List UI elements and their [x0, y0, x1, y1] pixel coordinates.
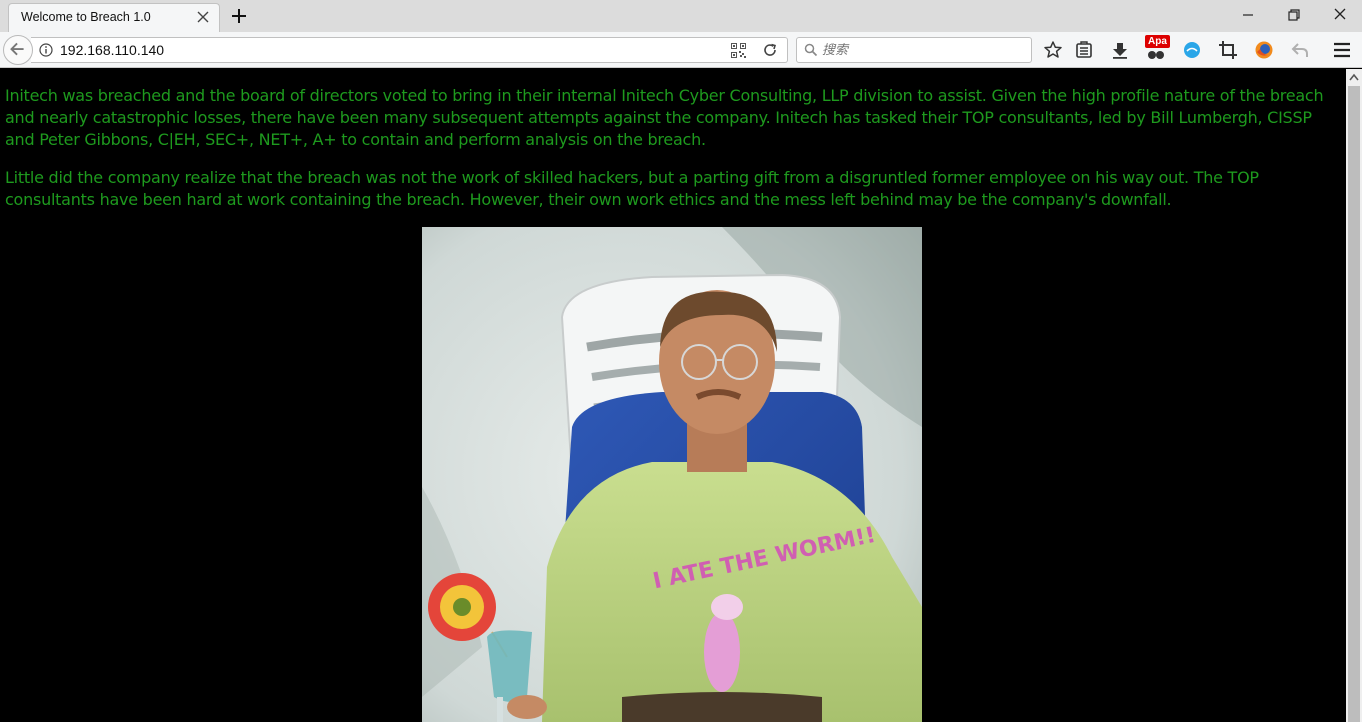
vertical-scrollbar[interactable] — [1346, 69, 1362, 722]
bookmark-star-icon[interactable] — [1043, 40, 1063, 60]
qr-code-icon[interactable] — [731, 43, 746, 58]
extension-apa-icon[interactable] — [1147, 46, 1165, 60]
navigation-bar: 192.168.110.140 搜索 Apa — [0, 32, 1362, 68]
reload-icon[interactable] — [762, 42, 778, 58]
scrollbar-thumb[interactable] — [1348, 86, 1360, 722]
reading-list-icon[interactable] — [1074, 40, 1094, 60]
back-button[interactable] — [3, 35, 33, 65]
tab-title: Welcome to Breach 1.0 — [21, 10, 151, 24]
search-input[interactable] — [822, 41, 1022, 59]
info-icon[interactable] — [39, 43, 53, 57]
intro-paragraph: Initech was breached and the board of di… — [5, 86, 1324, 149]
back-arrow-icon — [10, 42, 24, 56]
download-icon[interactable] — [1110, 40, 1130, 60]
url-bar[interactable]: 192.168.110.140 — [31, 37, 788, 63]
search-icon — [804, 43, 818, 57]
menu-hamburger-icon[interactable] — [1332, 40, 1352, 60]
crop-screenshot-icon[interactable] — [1218, 40, 1238, 60]
story-paragraph: Little did the company realize that the … — [5, 168, 1259, 209]
search-bar[interactable] — [796, 37, 1032, 63]
scroll-up-arrow-icon[interactable] — [1346, 69, 1362, 86]
tab-strip: Welcome to Breach 1.0 — [0, 0, 1362, 32]
page-content: Initech was breached and the board of di… — [0, 69, 1346, 722]
milton-beach-photo: I ATE THE WORM!! — [422, 227, 922, 722]
restore-icon[interactable] — [1280, 4, 1308, 26]
url-text[interactable]: 192.168.110.140 — [60, 42, 164, 58]
undo-icon[interactable] — [1290, 40, 1310, 60]
new-tab-icon[interactable] — [229, 6, 249, 26]
extension-blue-icon[interactable] — [1182, 40, 1202, 60]
tab-active[interactable]: Welcome to Breach 1.0 — [8, 3, 220, 32]
minimize-icon[interactable] — [1234, 4, 1262, 26]
window-close-icon[interactable] — [1326, 4, 1354, 26]
firefox-icon[interactable] — [1254, 40, 1274, 60]
browser-window: Welcome to Breach 1.0 192.168.110.140 搜索… — [0, 0, 1362, 722]
close-tab-icon[interactable] — [195, 9, 211, 25]
